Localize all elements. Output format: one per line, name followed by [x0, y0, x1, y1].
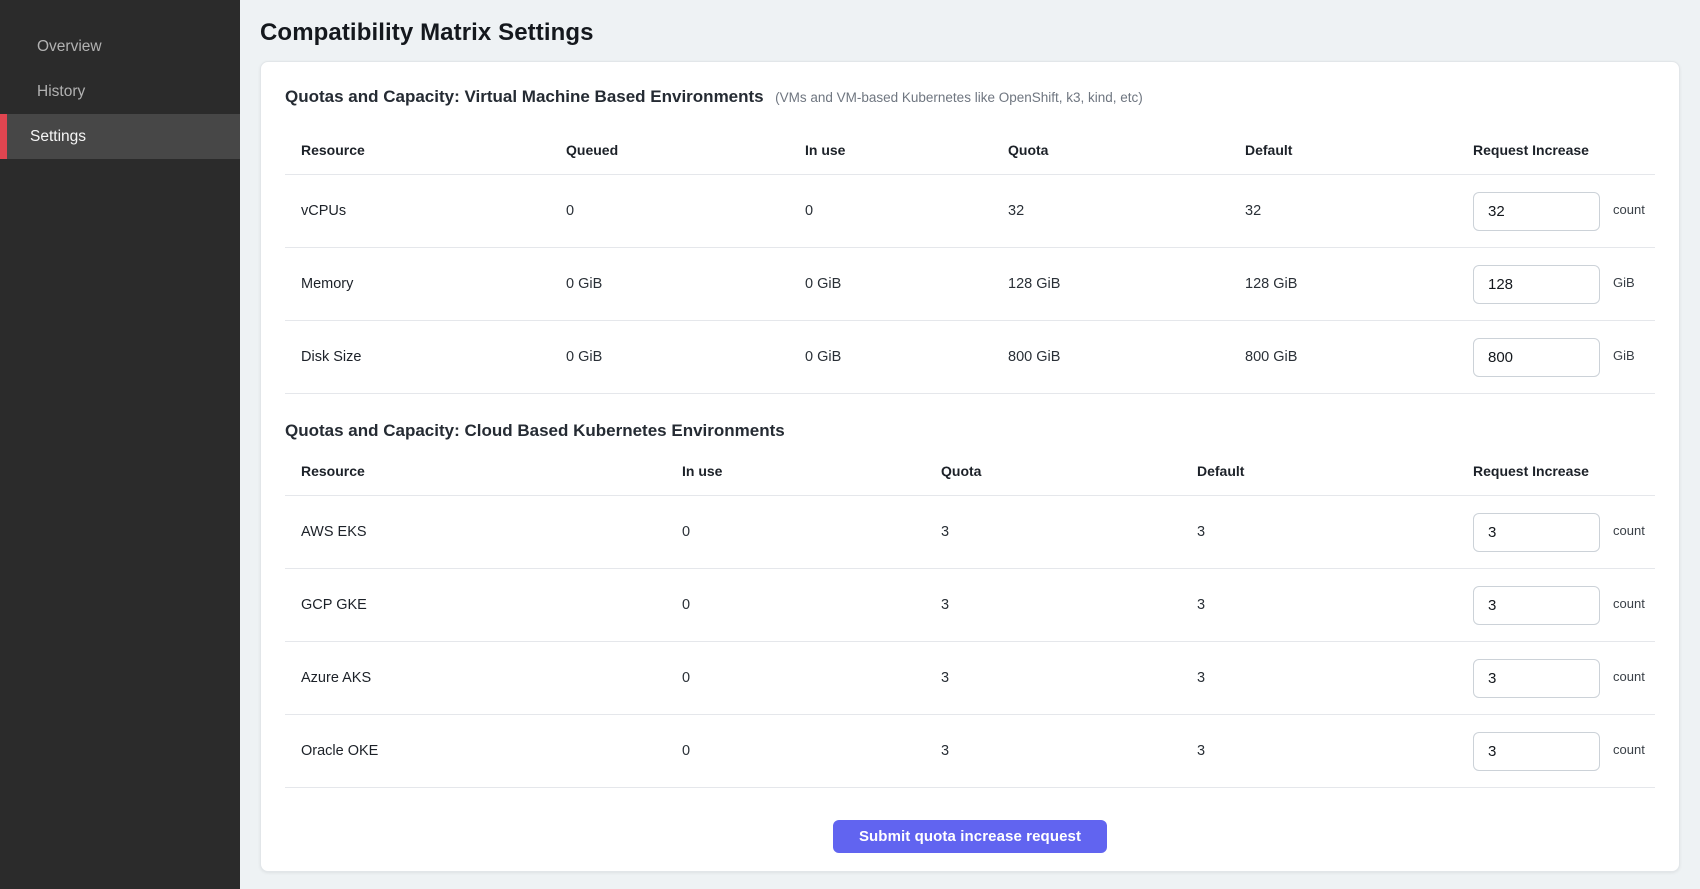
vm-col-request-increase: Request Increase [1473, 142, 1655, 158]
vm-section-title: Quotas and Capacity: Virtual Machine Bas… [285, 87, 764, 106]
default-value: 3 [1197, 743, 1473, 759]
vm-col-default: Default [1245, 142, 1473, 158]
in-use-value: 0 [805, 203, 1008, 219]
resource-name: Azure AKS [301, 670, 682, 686]
submit-quota-increase-button[interactable]: Submit quota increase request [833, 820, 1107, 853]
table-row-oracle-oke: Oracle OKE 0 3 3 count [285, 715, 1655, 788]
cloud-col-resource: Resource [301, 463, 682, 479]
vm-col-in-use: In use [805, 142, 1008, 158]
disk-size-request-input[interactable] [1473, 338, 1600, 377]
table-row-gcp-gke: GCP GKE 0 3 3 count [285, 569, 1655, 642]
vcpus-request-input[interactable] [1473, 192, 1600, 231]
memory-request-input[interactable] [1473, 265, 1600, 304]
azure-aks-request-input[interactable] [1473, 659, 1600, 698]
aws-eks-request-input[interactable] [1473, 513, 1600, 552]
unit-label: count [1613, 596, 1645, 611]
vm-table-header: Resource Queued In use Quota Default Req… [285, 125, 1655, 175]
in-use-value: 0 [682, 597, 941, 613]
sidebar-item-settings[interactable]: Settings [0, 114, 240, 159]
vm-section-header: Quotas and Capacity: Virtual Machine Bas… [285, 86, 1655, 109]
default-value: 3 [1197, 524, 1473, 540]
oracle-oke-request-input[interactable] [1473, 732, 1600, 771]
queued-value: 0 [566, 203, 805, 219]
table-row-disk-size: Disk Size 0 GiB 0 GiB 800 GiB 800 GiB Gi… [285, 321, 1655, 394]
unit-label: count [1613, 742, 1645, 757]
resource-name: vCPUs [301, 203, 566, 219]
in-use-value: 0 [682, 670, 941, 686]
unit-label: count [1613, 523, 1645, 538]
quota-value: 3 [941, 670, 1197, 686]
unit-label: count [1613, 202, 1645, 217]
cloud-table-header: Resource In use Quota Default Request In… [285, 446, 1655, 496]
queued-value: 0 GiB [566, 276, 805, 292]
quota-value: 3 [941, 524, 1197, 540]
sidebar: Overview History Settings [0, 0, 240, 889]
vm-col-queued: Queued [566, 142, 805, 158]
default-value: 3 [1197, 670, 1473, 686]
default-value: 800 GiB [1245, 349, 1473, 365]
quota-value: 3 [941, 743, 1197, 759]
gcp-gke-request-input[interactable] [1473, 586, 1600, 625]
in-use-value: 0 [682, 524, 941, 540]
quota-value: 800 GiB [1008, 349, 1245, 365]
queued-value: 0 GiB [566, 349, 805, 365]
sidebar-item-history[interactable]: History [0, 69, 240, 114]
resource-name: AWS EKS [301, 524, 682, 540]
table-row-azure-aks: Azure AKS 0 3 3 count [285, 642, 1655, 715]
table-row-vcpus: vCPUs 0 0 32 32 count [285, 175, 1655, 248]
vm-col-resource: Resource [301, 142, 566, 158]
in-use-value: 0 GiB [805, 276, 1008, 292]
vm-col-quota: Quota [1008, 142, 1245, 158]
table-row-memory: Memory 0 GiB 0 GiB 128 GiB 128 GiB GiB [285, 248, 1655, 321]
cloud-col-in-use: In use [682, 463, 941, 479]
vm-section-subtitle: (VMs and VM-based Kubernetes like OpenSh… [775, 90, 1143, 105]
quota-value: 128 GiB [1008, 276, 1245, 292]
quota-value: 32 [1008, 203, 1245, 219]
cloud-col-default: Default [1197, 463, 1473, 479]
submit-row: Submit quota increase request [285, 820, 1655, 853]
table-row-aws-eks: AWS EKS 0 3 3 count [285, 496, 1655, 569]
cloud-col-request-increase: Request Increase [1473, 463, 1655, 479]
resource-name: Memory [301, 276, 566, 292]
cloud-section-header: Quotas and Capacity: Cloud Based Kuberne… [285, 420, 1655, 443]
quota-value: 3 [941, 597, 1197, 613]
sidebar-item-overview[interactable]: Overview [0, 24, 240, 69]
cloud-col-quota: Quota [941, 463, 1197, 479]
default-value: 3 [1197, 597, 1473, 613]
resource-name: Disk Size [301, 349, 566, 365]
main-content: Compatibility Matrix Settings Quotas and… [240, 0, 1700, 889]
unit-label: GiB [1613, 275, 1635, 290]
unit-label: count [1613, 669, 1645, 684]
default-value: 128 GiB [1245, 276, 1473, 292]
settings-card: Quotas and Capacity: Virtual Machine Bas… [260, 61, 1680, 872]
default-value: 32 [1245, 203, 1473, 219]
resource-name: Oracle OKE [301, 743, 682, 759]
cloud-section-title: Quotas and Capacity: Cloud Based Kuberne… [285, 421, 785, 440]
sidebar-nav: Overview History Settings [0, 0, 240, 159]
page-title: Compatibility Matrix Settings [260, 18, 1680, 48]
in-use-value: 0 GiB [805, 349, 1008, 365]
in-use-value: 0 [682, 743, 941, 759]
unit-label: GiB [1613, 348, 1635, 363]
resource-name: GCP GKE [301, 597, 682, 613]
